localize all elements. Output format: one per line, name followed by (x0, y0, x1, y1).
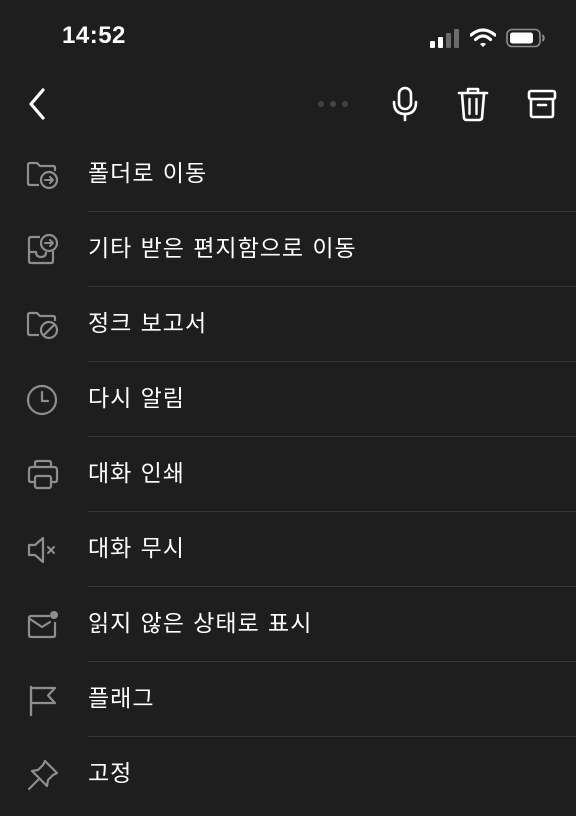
menu-item-label: 대화 인쇄 (88, 461, 185, 487)
delete-button[interactable] (451, 82, 495, 126)
speaker-mute-icon (27, 536, 55, 564)
archive-icon (527, 89, 557, 119)
menu-item-move-to-folder[interactable]: 폴더로 이동 (0, 137, 576, 212)
folder-block-icon (26, 311, 59, 340)
menu-item-label: 플래그 (88, 686, 155, 712)
mail-unread-icon (27, 611, 58, 639)
menu-item-label: 정크 보고서 (88, 311, 208, 337)
battery-icon (506, 28, 545, 48)
wifi-icon (470, 28, 496, 47)
printer-icon (27, 459, 59, 490)
status-bar: 14:52 (0, 0, 576, 78)
chevron-left-icon (29, 88, 45, 120)
dictate-button[interactable] (383, 82, 427, 126)
menu-item-label: 대화 무시 (88, 536, 185, 562)
menu-item-pin[interactable]: 고정 (0, 737, 576, 812)
menu-item-label: 읽지 않은 상태로 표시 (88, 611, 313, 637)
more-dots-icon (318, 101, 348, 107)
flag-icon (29, 685, 57, 717)
action-menu: 폴더로 이동 기타 받은 편지함으로 이동 정크 보고서 다시 알림 대화 인쇄… (0, 137, 576, 812)
menu-item-mark-unread[interactable]: 읽지 않은 상태로 표시 (0, 587, 576, 662)
menu-item-snooze[interactable]: 다시 알림 (0, 362, 576, 437)
inbox-move-icon (27, 233, 59, 265)
trash-icon (457, 87, 489, 122)
status-icons (430, 26, 546, 50)
clock-icon (26, 384, 58, 416)
signal-bars-icon (430, 29, 459, 48)
back-button[interactable] (15, 82, 59, 126)
status-time: 14:52 (62, 22, 126, 49)
menu-item-label: 고정 (88, 761, 133, 787)
archive-button[interactable] (520, 82, 564, 126)
microphone-icon (392, 86, 418, 122)
pin-icon (27, 759, 59, 791)
menu-item-flag[interactable]: 플래그 (0, 662, 576, 737)
menu-item-print-conversation[interactable]: 대화 인쇄 (0, 437, 576, 512)
more-button[interactable] (311, 82, 355, 126)
menu-item-label: 다시 알림 (88, 386, 185, 412)
toolbar (0, 78, 576, 130)
menu-item-move-to-other-inbox[interactable]: 기타 받은 편지함으로 이동 (0, 212, 576, 287)
menu-item-ignore-conversation[interactable]: 대화 무시 (0, 512, 576, 587)
menu-item-label: 기타 받은 편지함으로 이동 (88, 236, 357, 262)
folder-move-icon (26, 161, 59, 190)
menu-item-label: 폴더로 이동 (88, 161, 208, 187)
menu-item-report-junk[interactable]: 정크 보고서 (0, 287, 576, 362)
